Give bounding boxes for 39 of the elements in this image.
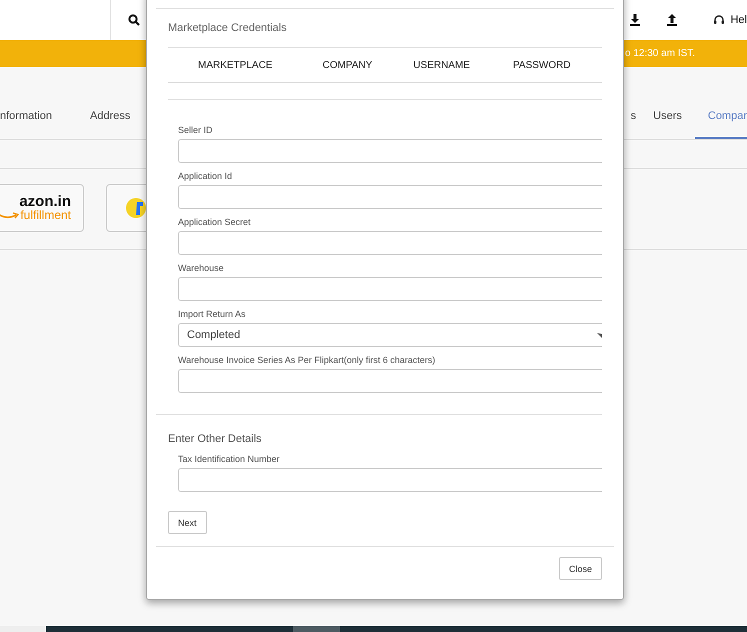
caret-icon bbox=[597, 332, 602, 338]
search-icon[interactable] bbox=[128, 14, 140, 26]
input-field[interactable] bbox=[178, 185, 602, 209]
field-label: Application Id bbox=[178, 170, 234, 182]
next-button[interactable]: Next bbox=[168, 511, 207, 534]
marketplace-card[interactable]: azon.in fulfillment bbox=[0, 184, 84, 232]
field-label: Tax Identification Number bbox=[178, 453, 281, 465]
column-header: PASSWORD bbox=[512, 60, 571, 70]
tab[interactable]: Compar bbox=[694, 95, 747, 139]
download-icon[interactable] bbox=[629, 14, 642, 26]
field-label: Application Secret bbox=[178, 216, 252, 228]
amazon-logo-text: azon.in bbox=[19, 194, 71, 209]
column-header: MARKETPLACE bbox=[198, 60, 272, 70]
smile-arrow-icon bbox=[0, 212, 20, 220]
close-button[interactable]: Close bbox=[558, 557, 602, 580]
field-label: Seller ID bbox=[178, 124, 214, 136]
upload-icon[interactable] bbox=[666, 14, 678, 26]
column-header: COMPANY bbox=[322, 60, 372, 70]
tab[interactable]: nformation bbox=[0, 95, 65, 139]
taskbar-item[interactable] bbox=[293, 626, 340, 632]
logo-icon bbox=[125, 197, 147, 219]
section-title: Enter Other Details bbox=[168, 433, 263, 445]
headset-icon[interactable] bbox=[713, 14, 726, 26]
field-label: Import Return As bbox=[178, 308, 247, 320]
input-field[interactable] bbox=[178, 231, 602, 255]
input-field[interactable] bbox=[178, 277, 602, 301]
tab[interactable]: Users bbox=[640, 95, 695, 139]
field-label: Warehouse bbox=[178, 262, 225, 274]
select-field[interactable]: Completed bbox=[178, 323, 602, 347]
field-label: Warehouse Invoice Series As Per Flipkart(only first 6 characters) bbox=[178, 354, 436, 366]
input-field[interactable] bbox=[178, 139, 602, 163]
tab[interactable]: Address bbox=[76, 95, 144, 139]
input-field[interactable] bbox=[178, 369, 602, 393]
input-field[interactable] bbox=[178, 468, 602, 492]
banner-text: o 12:30 am IST. bbox=[625, 48, 696, 59]
fulfillment-text: fulfillment bbox=[20, 209, 71, 222]
column-header: USERNAME bbox=[413, 60, 470, 70]
section-title: Marketplace Credentials bbox=[168, 22, 288, 36]
help-link[interactable]: Hel bbox=[730, 14, 747, 26]
